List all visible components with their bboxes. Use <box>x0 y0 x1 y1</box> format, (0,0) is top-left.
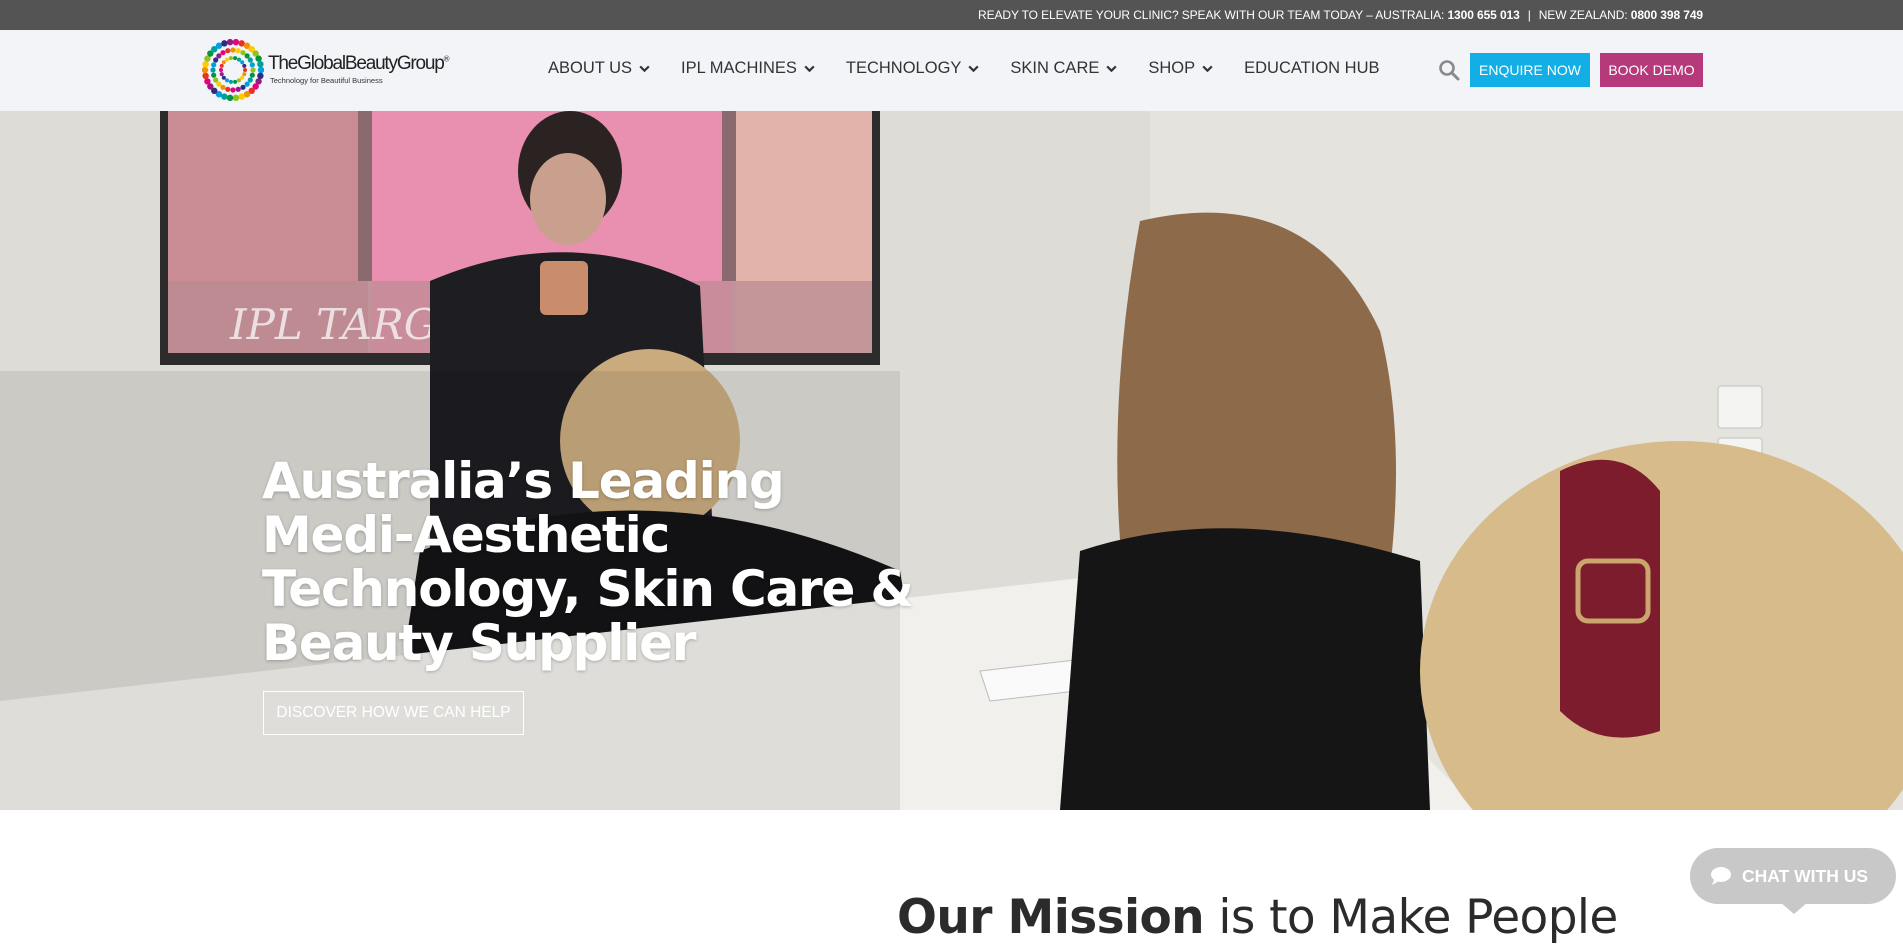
chevron-down-icon <box>1202 65 1213 73</box>
nz-label: NEW ZEALAND: <box>1538 8 1631 22</box>
contact-line: READY TO ELEVATE YOUR CLINIC? SPEAK WITH… <box>978 8 1703 22</box>
chat-label: CHAT WITH US <box>1742 865 1869 886</box>
nav-label: ABOUT US <box>548 59 633 77</box>
chevron-down-icon <box>1106 65 1117 73</box>
nav-label: EDUCATION HUB <box>1244 59 1380 77</box>
discover-button[interactable]: DISCOVER HOW WE CAN HELP <box>263 691 524 735</box>
chevron-down-icon <box>968 65 980 73</box>
australia-phone-link[interactable]: 1300 655 013 <box>1447 8 1519 22</box>
logo-sunburst-icon <box>201 38 265 102</box>
nav-label: SHOP <box>1148 59 1196 77</box>
contact-prompt: READY TO ELEVATE YOUR CLINIC? SPEAK WITH… <box>978 8 1448 22</box>
site-header: TheGlobalBeautyGroup® Technology for Bea… <box>0 30 1903 111</box>
nav-skin-care[interactable]: SKIN CARE <box>1010 59 1118 78</box>
site-logo[interactable]: TheGlobalBeautyGroup® Technology for Bea… <box>201 38 452 102</box>
nav-label: IPL MACHINES <box>681 59 797 77</box>
hero-title: Australia’s Leading Medi-Aesthetic Techn… <box>262 452 914 672</box>
nav-education-hub[interactable]: EDUCATION HUB <box>1244 59 1379 78</box>
chat-bubble-icon <box>1711 867 1731 885</box>
logo-tagline: Technology for Beautiful Business <box>270 76 383 85</box>
nav-shop[interactable]: SHOP <box>1148 59 1214 78</box>
top-announcement-bar: READY TO ELEVATE YOUR CLINIC? SPEAK WITH… <box>0 0 1903 30</box>
nav-about-us[interactable]: ABOUT US <box>548 59 651 78</box>
mission-bold: Our Mission <box>897 890 1205 945</box>
main-navigation: ABOUT US IPL MACHINES TECHNOLOGY SKIN CA… <box>548 59 1410 78</box>
nav-ipl-machines[interactable]: IPL MACHINES <box>681 59 816 78</box>
nav-technology[interactable]: TECHNOLOGY <box>846 59 981 78</box>
contact-separator: | <box>1527 8 1531 22</box>
search-icon[interactable] <box>1437 58 1461 82</box>
chat-bubble-tail <box>1780 902 1808 914</box>
nz-phone-link[interactable]: 0800 398 749 <box>1631 8 1703 22</box>
nav-label: SKIN CARE <box>1010 59 1100 77</box>
logo-wordmark: TheGlobalBeautyGroup® <box>268 53 449 74</box>
chevron-down-icon <box>804 65 815 73</box>
mission-rest: is to Make People <box>1204 890 1618 945</box>
nav-label: TECHNOLOGY <box>845 59 962 77</box>
chat-with-us-button[interactable]: CHAT WITH US <box>1690 848 1896 904</box>
book-demo-button[interactable]: BOOK DEMO <box>1600 53 1703 87</box>
chevron-down-icon <box>639 65 650 73</box>
mission-heading: Our Mission is to Make People <box>897 890 1618 945</box>
enquire-now-button[interactable]: ENQUIRE NOW <box>1470 53 1590 87</box>
hero-banner: IPL TARG ORES Australia’s Leading Medi-A… <box>0 111 1903 810</box>
